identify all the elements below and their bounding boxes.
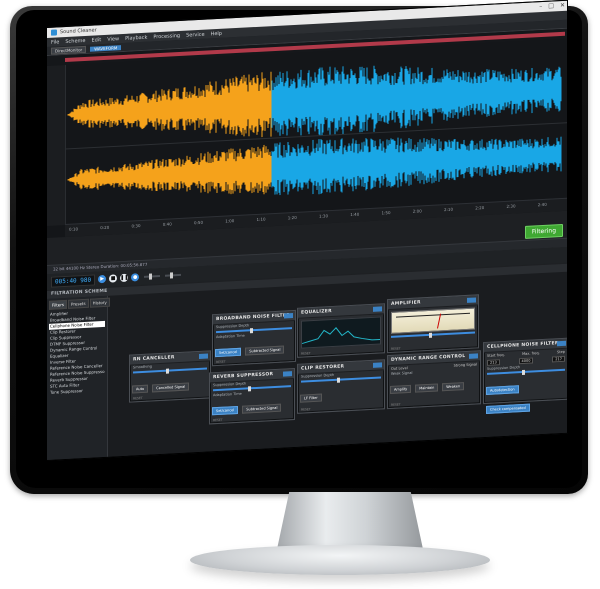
cancelled-signal-button[interactable]: Cancelled Signal xyxy=(152,382,190,393)
filters-list: Amplifier Broadband Noise Filter Cellphone… xyxy=(47,309,107,396)
check-compensated-button[interactable]: Check compensated xyxy=(486,403,530,414)
power-toggle[interactable] xyxy=(467,297,476,303)
reset-button[interactable]: RESET xyxy=(216,360,226,365)
filtering-button[interactable]: Filtering xyxy=(524,223,563,239)
start-freq-input[interactable]: 213 xyxy=(487,359,500,366)
time-tick-label: 2:20 xyxy=(475,205,485,211)
equalizer-module[interactable]: EQUALIZER RESET xyxy=(297,303,385,358)
time-tick-label: 1:40 xyxy=(350,211,360,218)
reset-button[interactable]: RESET xyxy=(301,351,311,356)
reset-button[interactable]: RESET xyxy=(213,418,223,423)
volume-slider[interactable] xyxy=(144,275,161,278)
reset-button[interactable]: RESET xyxy=(301,407,311,412)
vu-scale xyxy=(396,312,470,318)
tab-history[interactable]: History xyxy=(89,297,110,308)
menu-file[interactable]: File xyxy=(51,39,59,45)
filtration-scheme-panel: FILTRATION SCHEME Filters Presets Histor… xyxy=(47,263,568,460)
time-tick-label: 1:30 xyxy=(319,213,328,219)
minimize-button[interactable]: – xyxy=(539,3,542,10)
time-tick-label: 1:50 xyxy=(381,209,391,216)
right-channel-waveform[interactable] xyxy=(67,126,562,207)
vu-needle xyxy=(437,313,442,329)
set-cancel-button[interactable]: Set/cancel xyxy=(215,347,242,358)
power-toggle[interactable] xyxy=(557,340,566,347)
amplifier-module[interactable]: AMPLIFIER RESET xyxy=(387,294,479,354)
step-label: Step xyxy=(557,349,565,355)
left-channel-waveform[interactable] xyxy=(67,55,562,150)
menu-edit[interactable]: Edit xyxy=(92,37,102,44)
window-controls: – □ ✕ xyxy=(539,2,565,10)
monitor-stand-base xyxy=(190,545,490,575)
menu-service[interactable]: Service xyxy=(186,31,204,38)
autodetection-button[interactable]: Autodetection xyxy=(486,385,519,395)
time-tick-label: 0:40 xyxy=(162,221,172,227)
record-button[interactable]: ● xyxy=(131,273,140,282)
tab-filters[interactable]: Filters xyxy=(49,299,67,310)
time-tick-label: 1:00 xyxy=(225,218,235,224)
step-input[interactable]: 217 xyxy=(552,355,565,363)
eq-curve xyxy=(301,327,380,345)
time-tick-label: 2:30 xyxy=(506,203,516,209)
close-button[interactable]: ✕ xyxy=(560,2,565,9)
amplify-option[interactable]: Amplify xyxy=(390,384,412,394)
waveform-view[interactable]: 0:10 0:20 0:30 0:40 0:50 1:00 1:10 1:20 1:30 1:40… xyxy=(47,27,567,238)
play-button[interactable]: ▶ xyxy=(98,274,107,284)
vu-meter xyxy=(391,307,475,334)
time-tick-label: 0:10 xyxy=(69,226,78,232)
window-title: Sound Cleaner xyxy=(60,27,97,36)
broadband-noise-filter-module[interactable]: BROADBAND NOISE FILTER Suppression Depth… xyxy=(212,309,296,367)
reverb-suppressor-module[interactable]: REVERB SUPPRESSOR Suppression Depth Adap… xyxy=(209,367,295,425)
time-tick-label: 0:30 xyxy=(131,223,141,229)
set-cancel-button[interactable]: Set/cancel xyxy=(212,405,239,416)
subtracted-signal-button[interactable]: Subtracted Signal xyxy=(245,345,285,356)
menu-help[interactable]: Help xyxy=(211,30,222,37)
power-toggle[interactable] xyxy=(373,362,382,368)
stop-button[interactable]: ■ xyxy=(109,274,118,283)
weaken-option[interactable]: Weaken xyxy=(442,382,465,392)
power-toggle[interactable] xyxy=(373,306,382,312)
scheme-canvas: BROADBAND NOISE FILTER Suppression Depth… xyxy=(109,272,568,457)
reset-button[interactable]: RESET xyxy=(133,396,143,401)
clip-restorer-module[interactable]: CLIP RESTORER Suppression Depth LF Filte… xyxy=(297,359,385,414)
rn-canceller-module[interactable]: RN CANCELLER Smoothing Auto Cancelled Sig… xyxy=(129,350,211,403)
time-tick-label: 2:40 xyxy=(537,201,547,208)
reset-button[interactable]: RESET xyxy=(391,346,401,351)
time-tick-label: 1:10 xyxy=(256,216,266,222)
max-freq-input[interactable]: 4000 xyxy=(518,357,534,365)
time-display: 005:40 980 xyxy=(51,273,96,288)
cellphone-noise-filter-module[interactable]: CELLPHONE NOISE FILTER Start freq. Max. … xyxy=(483,337,568,414)
monitor-stand-neck xyxy=(276,492,424,552)
time-tick-label: 2:00 xyxy=(412,208,422,214)
eq-curve-display[interactable] xyxy=(301,316,381,349)
maximize-button[interactable]: □ xyxy=(548,2,554,9)
subtracted-signal-button[interactable]: Subtracted Signal xyxy=(242,403,282,414)
balance-slider[interactable] xyxy=(165,273,182,277)
reset-button[interactable]: RESET xyxy=(391,402,401,407)
tab-presets[interactable]: Presets xyxy=(68,298,89,309)
auto-button[interactable]: Auto xyxy=(132,384,149,394)
time-tick-label: 2:10 xyxy=(444,206,453,213)
power-toggle[interactable] xyxy=(469,353,478,359)
menu-scheme[interactable]: Scheme xyxy=(65,37,85,44)
filters-pane: Filters Presets History Amplifier Broadba… xyxy=(47,295,110,460)
pause-button[interactable]: ❚❚ xyxy=(120,273,129,283)
power-toggle[interactable] xyxy=(199,353,208,359)
time-tick-label: 0:50 xyxy=(194,219,203,226)
menu-processing[interactable]: Processing xyxy=(153,32,180,39)
power-toggle[interactable] xyxy=(283,371,292,377)
menu-view[interactable]: View xyxy=(107,36,119,43)
app-logo-icon xyxy=(51,29,57,36)
menu-playback[interactable]: Playback xyxy=(125,34,147,41)
time-tick-label: 0:20 xyxy=(100,224,110,231)
waveform-tab[interactable]: WAVEFORM xyxy=(90,44,122,52)
app-window: Sound Cleaner – □ ✕ File Scheme Edit Vie… xyxy=(46,0,568,462)
maintain-option[interactable]: Maintain xyxy=(415,383,439,393)
time-tick-label: 1:20 xyxy=(287,214,297,221)
power-toggle[interactable] xyxy=(284,313,293,319)
dynamic-range-control-module[interactable]: DYNAMIC RANGE CONTROL Out Level Strong S… xyxy=(387,350,481,410)
lf-filter-button[interactable]: LF Filter xyxy=(300,393,322,403)
